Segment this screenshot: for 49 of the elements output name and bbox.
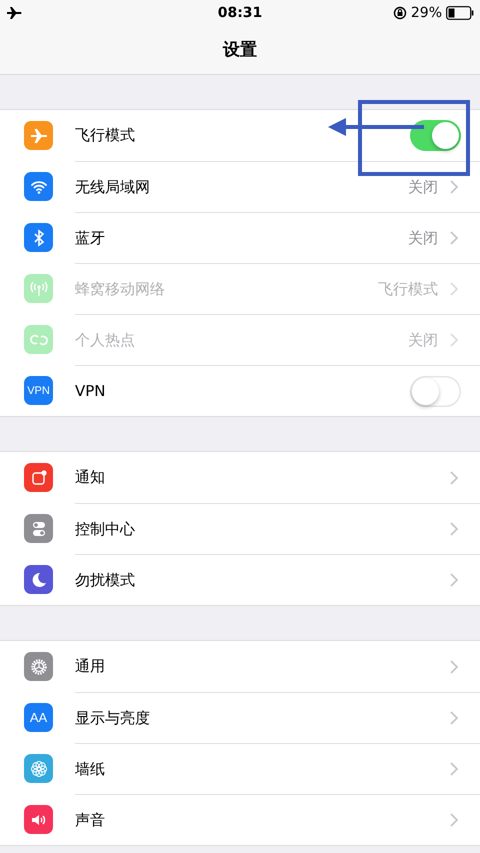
row-label: 声音 (75, 810, 106, 830)
row-label: 控制中心 (75, 520, 136, 538)
toggle-switch[interactable] (410, 376, 461, 406)
battery-icon (446, 6, 474, 20)
settings-row[interactable]: 勿扰模式 (0, 554, 480, 605)
row-label: 个人热点 (75, 330, 136, 350)
page-title: 设置 (223, 39, 257, 61)
row-value: 关闭 (408, 330, 438, 350)
chevron-icon (450, 573, 458, 587)
row-value: 关闭 (408, 178, 438, 196)
row-label: 勿扰模式 (75, 570, 136, 590)
chevron-icon (450, 231, 458, 245)
row-label: 通用 (75, 657, 106, 676)
row-label: VPN (75, 382, 107, 400)
chevron-icon (450, 660, 458, 674)
status-time: 08:31 (218, 4, 262, 20)
settings-row[interactable]: 蓝牙 关闭 (0, 212, 480, 263)
chevron-icon (450, 813, 458, 827)
chevron-icon (450, 282, 458, 296)
chevron-icon (450, 522, 458, 536)
settings-row[interactable]: 通知 (0, 452, 480, 503)
row-label: 通知 (75, 468, 106, 487)
settings-row[interactable]: 控制中心 (0, 503, 480, 554)
settings-row[interactable]: VPN VPN (0, 365, 480, 416)
settings-row[interactable]: 无线局域网 关闭 (0, 161, 480, 212)
battery-percent: 29% (410, 4, 442, 20)
settings-row[interactable]: 墙纸 (0, 743, 480, 794)
chevron-icon (450, 333, 458, 347)
row-label: 蓝牙 (75, 228, 106, 248)
vpn-icon: VPN (24, 376, 53, 405)
airplane-icon (6, 4, 22, 20)
chevron-icon (450, 180, 458, 194)
chevron-icon (450, 762, 458, 776)
toggle-switch[interactable] (410, 120, 461, 151)
row-label: 飞行模式 (75, 126, 136, 145)
row-label: 蜂窝移动网络 (75, 280, 166, 298)
settings-row[interactable]: 通用 (0, 641, 480, 692)
row-label: 无线局域网 (75, 178, 151, 196)
settings-row[interactable]: AA 显示与亮度 (0, 692, 480, 743)
row-value: 关闭 (408, 228, 438, 248)
row-value: 飞行模式 (378, 280, 438, 298)
chevron-icon (450, 470, 458, 484)
rotation-lock-icon (392, 6, 407, 20)
row-label: 显示与亮度 (75, 708, 151, 728)
settings-row[interactable]: 飞行模式 (0, 110, 480, 161)
chevron-icon (450, 711, 458, 725)
settings-row[interactable]: 声音 (0, 794, 480, 845)
row-label: 墙纸 (75, 760, 106, 778)
text-size-icon: AA (24, 703, 53, 732)
